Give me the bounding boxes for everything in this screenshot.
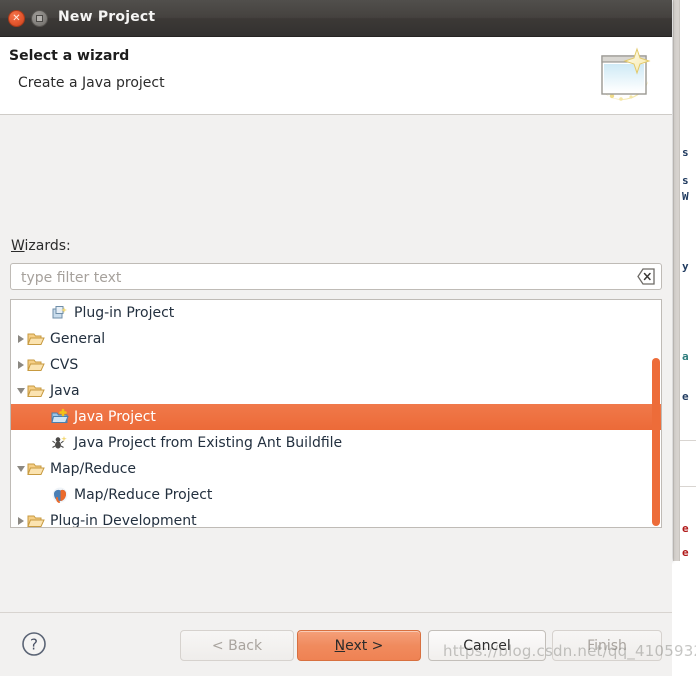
background-code-fragment: s <box>682 146 689 159</box>
tree-item-label: Plug-in Development <box>50 513 197 528</box>
background-code-fragment: W <box>682 190 689 203</box>
chevron-right-icon[interactable] <box>15 508 27 527</box>
tree-item-plug-in-development[interactable]: Plug-in Development <box>11 508 661 528</box>
finish-button[interactable]: Finish <box>552 630 662 661</box>
java-project-icon <box>51 408 69 426</box>
folder-icon <box>27 333 45 345</box>
folder-icon <box>27 359 45 371</box>
next-button[interactable]: Next > <box>297 630 421 661</box>
wizard-window-sparkle-icon <box>601 47 651 101</box>
next-button-label: ext > <box>345 637 384 654</box>
dialog-body: Wizards: Plug-in Project General CVS Java Ja… <box>0 115 696 676</box>
maximize-icon[interactable] <box>31 10 48 27</box>
background-divider <box>680 440 696 441</box>
chevron-right-icon[interactable] <box>15 326 27 352</box>
tree-item-map-reduce[interactable]: Map/Reduce <box>11 456 661 482</box>
wizard-tree[interactable]: Plug-in Project General CVS Java Java Projec… <box>10 299 662 528</box>
tree-item-map-reduce-project[interactable]: Map/Reduce Project <box>11 482 661 508</box>
plugin-project-icon <box>52 306 67 319</box>
hadoop-elephant-icon <box>51 486 69 504</box>
tree-scrollbar[interactable] <box>652 358 660 526</box>
background-code-fragment: a <box>682 350 689 363</box>
tree-item-label: Java Project from Existing Ant Buildfile <box>74 435 343 451</box>
footer-divider <box>0 612 672 613</box>
folder-icon <box>27 463 45 475</box>
folder-icon <box>27 512 45 527</box>
chevron-down-icon[interactable] <box>15 456 27 482</box>
filter-field[interactable] <box>10 263 662 291</box>
tree-item-java-project[interactable]: Java Project <box>11 404 661 430</box>
tree-item-general[interactable]: General <box>11 326 661 352</box>
folder-icon <box>27 385 45 397</box>
search-input[interactable] <box>19 264 623 291</box>
chevron-down-icon[interactable] <box>15 378 27 404</box>
folder-icon <box>27 460 45 478</box>
ant-buildfile-icon <box>52 436 67 449</box>
background-code-fragment: s <box>682 174 689 187</box>
tree-item-label: General <box>50 331 106 347</box>
tree-item-cvs[interactable]: CVS <box>11 352 661 378</box>
hadoop-elephant-icon <box>52 487 68 503</box>
tree-item-java[interactable]: Java <box>11 378 661 404</box>
background-divider <box>680 486 696 487</box>
wizards-label-mnemonic: W <box>11 238 25 254</box>
chevron-right-icon[interactable] <box>15 352 27 378</box>
java-project-icon <box>51 408 69 423</box>
page-title: Select a wizard <box>9 48 130 64</box>
wizards-label: Wizards: <box>11 238 71 254</box>
close-icon[interactable]: ✕ <box>8 10 25 27</box>
cancel-button[interactable]: Cancel <box>428 630 546 661</box>
background-gutter <box>673 0 680 561</box>
new-project-dialog: ✕ New Project Select a wizard Create a J… <box>0 0 696 676</box>
plugin-project-icon <box>51 304 69 322</box>
wizards-label-rest: izards: <box>24 238 71 254</box>
background-code-fragment: e <box>682 390 689 403</box>
folder-icon <box>27 382 45 400</box>
svg-text:?: ? <box>30 636 38 654</box>
background-code-fragment: e <box>682 546 689 559</box>
tree-item-label: CVS <box>50 357 79 373</box>
tree-item-label: Java Project <box>74 409 156 425</box>
help-icon[interactable]: ? <box>21 631 47 657</box>
tree-item-java-project-from-existing-ant-buildfile[interactable]: Java Project from Existing Ant Buildfile <box>11 430 661 456</box>
clear-filter-icon[interactable] <box>637 268 655 285</box>
tree-item-label: Java <box>50 383 80 399</box>
ant-buildfile-icon <box>51 434 69 452</box>
back-button[interactable]: < Back <box>180 630 294 661</box>
tree-item-label: Map/Reduce Project <box>74 487 213 503</box>
tree-item-label: Plug-in Project <box>74 305 175 321</box>
background-code-fragment: e <box>682 522 689 535</box>
dialog-header: Select a wizard Create a Java project <box>0 37 672 115</box>
window-title: New Project <box>58 9 156 25</box>
page-description: Create a Java project <box>18 75 165 91</box>
folder-icon <box>27 515 45 527</box>
background-code-fragment: y <box>682 260 689 273</box>
folder-icon <box>27 356 45 374</box>
folder-icon <box>27 330 45 348</box>
tree-item-plug-in-project[interactable]: Plug-in Project <box>11 300 661 326</box>
dialog-titlebar: ✕ New Project <box>0 0 672 37</box>
tree-item-label: Map/Reduce <box>50 461 137 477</box>
next-button-mnemonic: N <box>334 637 346 654</box>
